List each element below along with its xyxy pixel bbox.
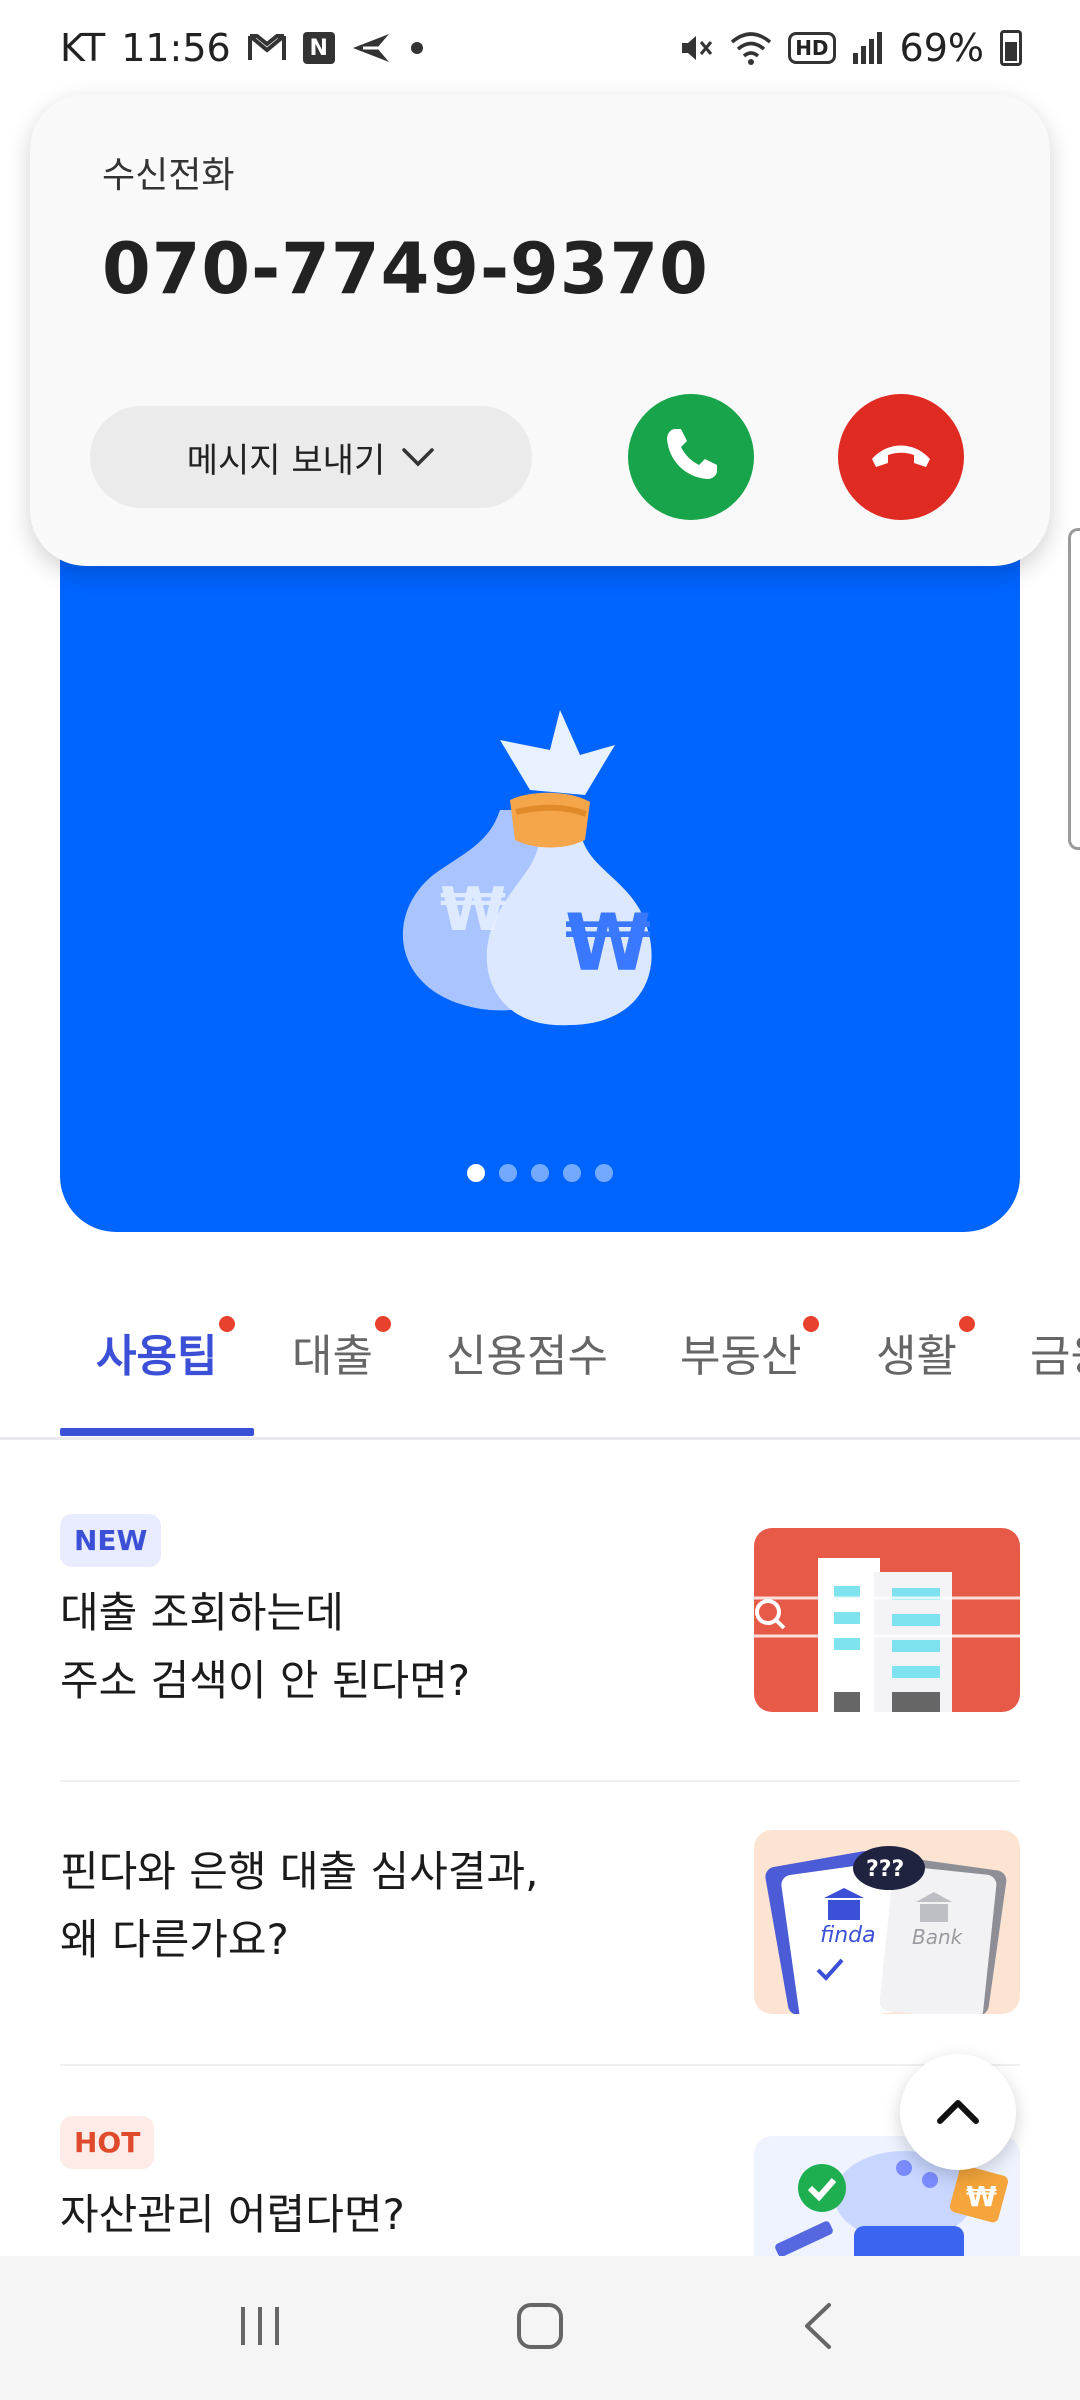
system-nav-bar — [0, 2256, 1080, 2400]
recents-icon — [235, 2301, 285, 2355]
scroll-top-button[interactable] — [900, 2054, 1016, 2170]
finda-logo-text: finda — [820, 1923, 876, 1948]
new-dot — [958, 1316, 975, 1332]
tab-label: 금융 — [1030, 1331, 1080, 1382]
decline-call-button[interactable] — [838, 394, 964, 520]
caller-number: 070-7749-9370 — [102, 228, 709, 310]
tab-finance[interactable]: 금융 — [1030, 1320, 1080, 1384]
send-message-label: 메시지 보내기 — [186, 440, 386, 481]
hero-banner[interactable]: ₩ ₩ — [60, 520, 1020, 1232]
gmail-icon — [247, 32, 287, 64]
battery-icon — [1000, 30, 1022, 66]
tab-tips[interactable]: 사용팁 — [96, 1316, 236, 1384]
tab-label: 사용팁 — [96, 1331, 218, 1382]
hd-icon: HD — [788, 32, 836, 64]
home-button[interactable] — [480, 2268, 600, 2388]
svg-text:₩: ₩ — [440, 875, 506, 945]
new-dot — [803, 1316, 820, 1332]
banner-pagination — [60, 1164, 1020, 1182]
list-item[interactable]: NEW 대출 조회하는데 주소 검색이 안 된다면? — [60, 1514, 1020, 1744]
article-thumbnail: finda Bank ??? — [754, 1830, 1020, 2014]
mute-icon — [678, 30, 714, 66]
divider — [60, 2064, 1020, 2066]
tab-real-estate[interactable]: 부동산 — [680, 1316, 820, 1384]
signal-icon — [852, 31, 884, 65]
new-dot — [219, 1316, 236, 1332]
status-left: KT 11:56 N — [60, 26, 427, 70]
status-right: HD 69% — [678, 26, 1022, 70]
hot-badge: HOT — [60, 2116, 155, 2169]
phone-icon — [659, 423, 723, 491]
tab-label: 생활 — [876, 1331, 957, 1382]
clock: 11:56 — [121, 26, 231, 70]
svg-text:₩: ₩ — [966, 2180, 997, 2213]
new-dot — [374, 1316, 391, 1332]
dot-icon — [407, 38, 427, 58]
question-bubble-text: ??? — [866, 1857, 904, 1882]
list-item[interactable]: 핀다와 은행 대출 심사결과, 왜 다른가요? finda Bank ??? — [60, 1830, 1020, 2068]
edge-panel-handle[interactable] — [1068, 528, 1080, 850]
chevron-down-icon — [401, 437, 435, 477]
back-icon — [795, 2301, 845, 2355]
new-badge: NEW — [60, 1514, 162, 1567]
money-bag-illustration: ₩ ₩ — [380, 670, 720, 1050]
page-dot[interactable] — [467, 1164, 485, 1182]
answer-call-button[interactable] — [628, 394, 754, 520]
carrier: KT — [60, 26, 106, 70]
hang-up-icon — [868, 435, 934, 479]
page-dot[interactable] — [531, 1164, 549, 1182]
tab-label: 부동산 — [680, 1331, 802, 1382]
tab-credit-score[interactable]: 신용점수 — [446, 1320, 608, 1384]
tab-loan[interactable]: 대출 — [292, 1316, 391, 1384]
wifi-icon — [730, 30, 772, 66]
category-tabs: 사용팁 대출 신용점수 부동산 생활 금융 — [0, 1280, 1080, 1440]
page-dot[interactable] — [563, 1164, 581, 1182]
recents-button[interactable] — [200, 2268, 320, 2388]
home-icon — [515, 2301, 565, 2355]
chevron-up-icon — [936, 2095, 980, 2129]
bank-text: Bank — [912, 1925, 964, 1949]
page-dot[interactable] — [499, 1164, 517, 1182]
article-thumbnail — [754, 1528, 1020, 1712]
call-label: 수신전화 — [102, 155, 235, 196]
active-tab-indicator — [60, 1428, 254, 1436]
back-button[interactable] — [760, 2268, 880, 2388]
send-message-button[interactable]: 메시지 보내기 — [90, 406, 532, 508]
page-dot[interactable] — [595, 1164, 613, 1182]
incoming-call-card[interactable]: 수신전화 070-7749-9370 메시지 보내기 — [30, 94, 1050, 566]
tab-label: 신용점수 — [446, 1331, 608, 1382]
status-bar: KT 11:56 N HD 69% — [0, 0, 1080, 96]
tab-label: 대출 — [292, 1331, 373, 1382]
svg-text:₩: ₩ — [565, 899, 651, 989]
tab-life[interactable]: 생활 — [876, 1316, 975, 1384]
battery-percent: 69% — [899, 26, 984, 70]
divider — [60, 1780, 1020, 1782]
send-icon — [351, 32, 391, 64]
naver-icon: N — [302, 32, 335, 64]
